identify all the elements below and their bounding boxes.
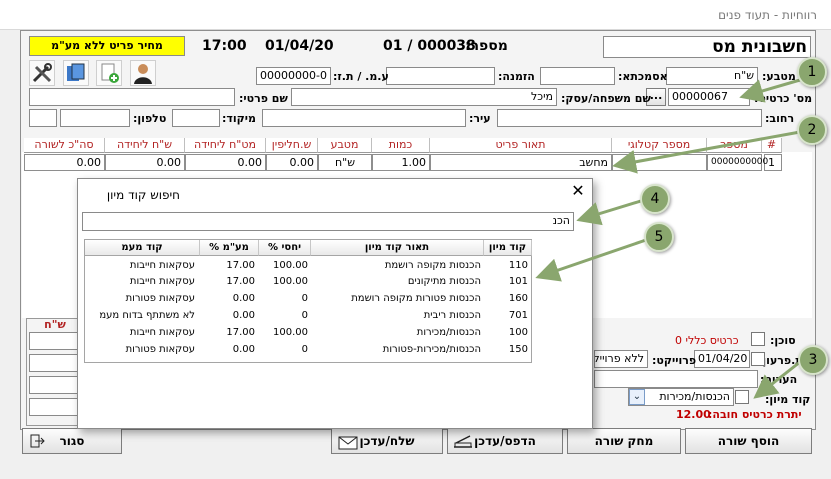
callout-3: 3 — [798, 345, 828, 375]
arrow-1 — [739, 78, 801, 103]
callout-1: 1 — [797, 57, 827, 87]
arrow-4 — [576, 198, 645, 226]
arrow-3 — [753, 360, 801, 399]
arrow-2 — [612, 130, 801, 174]
arrow-5 — [535, 238, 647, 282]
callout-arrows — [535, 78, 801, 399]
callout-2: 2 — [797, 115, 827, 145]
callout-5: 5 — [644, 222, 674, 252]
callout-4: 4 — [640, 184, 670, 214]
